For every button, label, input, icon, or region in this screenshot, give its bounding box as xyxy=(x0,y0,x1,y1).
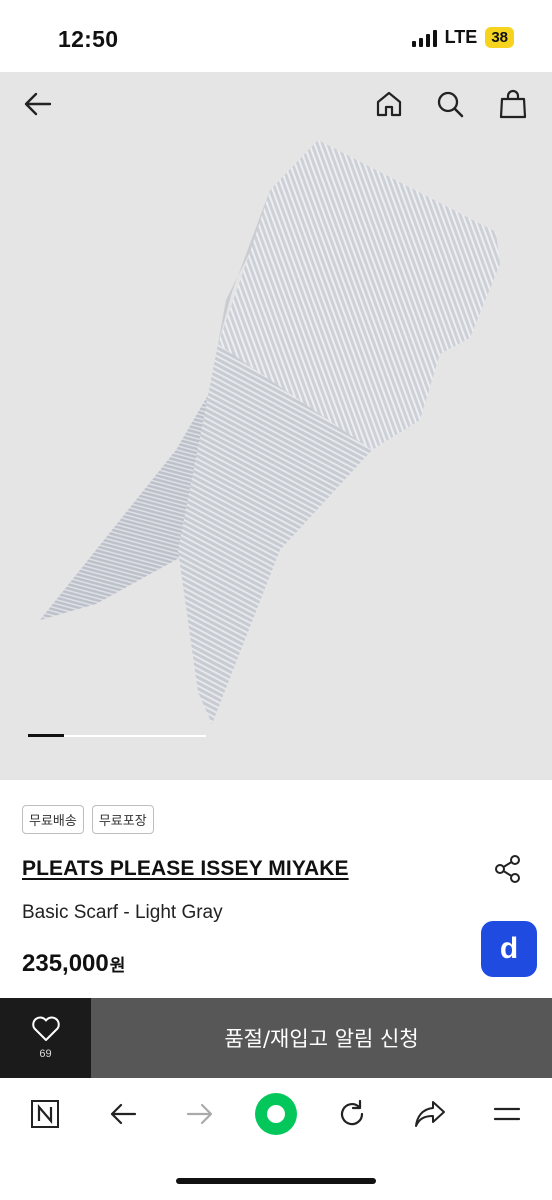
purchase-action-bar: 69 품절/재입고 알림 신청 xyxy=(0,998,552,1078)
share-page-button[interactable] xyxy=(408,1092,452,1136)
top-navigation xyxy=(0,72,552,134)
d-floating-button[interactable]: d xyxy=(481,921,537,977)
home-button[interactable] xyxy=(369,84,409,124)
price-value: 235,000 xyxy=(22,950,109,977)
back-button[interactable] xyxy=(18,84,58,124)
naver-home-button[interactable] xyxy=(23,1092,67,1136)
status-time: 12:50 xyxy=(58,26,119,52)
signal-icon xyxy=(411,29,437,47)
share-icon xyxy=(495,855,520,883)
search-button[interactable] xyxy=(430,84,470,124)
cart-button[interactable] xyxy=(493,84,533,124)
forward-arrow-icon xyxy=(186,1103,213,1125)
wishlist-button[interactable]: 69 xyxy=(0,998,91,1078)
back-arrow-icon xyxy=(24,92,52,116)
heart-icon xyxy=(31,1016,60,1041)
gallery-pager-active xyxy=(28,734,64,737)
status-bar: 12:50 LTE 38 xyxy=(0,0,552,72)
product-image-gallery[interactable] xyxy=(0,72,552,780)
restock-alert-button[interactable]: 품절/재입고 알림 신청 xyxy=(91,998,552,1078)
browser-forward-button[interactable] xyxy=(178,1092,222,1136)
tag-free-wrapping: 무료포장 xyxy=(91,805,154,834)
product-tags: 무료배송 무료포장 xyxy=(22,805,154,834)
back-arrow-icon xyxy=(110,1103,137,1125)
green-dot-icon xyxy=(255,1093,297,1135)
product-image xyxy=(40,140,500,724)
browser-back-button[interactable] xyxy=(101,1092,145,1136)
search-icon xyxy=(437,91,464,118)
home-icon xyxy=(376,91,402,117)
product-price: 235,000 원 xyxy=(22,950,125,978)
home-indicator xyxy=(176,1178,376,1184)
share-arrow-icon xyxy=(415,1101,445,1127)
green-dot-button[interactable] xyxy=(254,1092,298,1136)
hamburger-menu-icon xyxy=(493,1107,521,1121)
naver-n-icon xyxy=(31,1100,59,1128)
refresh-button[interactable] xyxy=(330,1092,374,1136)
product-name: Basic Scarf - Light Gray xyxy=(22,902,223,923)
network-label: LTE xyxy=(444,27,478,47)
refresh-icon xyxy=(340,1099,364,1126)
brand-link[interactable]: PLEATS PLEASE ISSEY MIYAKE xyxy=(22,857,349,881)
battery-badge: 38 xyxy=(485,27,514,48)
price-currency: 원 xyxy=(109,956,126,976)
status-indicators: LTE 38 xyxy=(411,27,514,48)
menu-button[interactable] xyxy=(485,1092,529,1136)
wishlist-count: 69 xyxy=(39,1048,52,1060)
tag-free-shipping: 무료배송 xyxy=(22,805,84,834)
gallery-pager xyxy=(28,734,206,737)
shopping-bag-icon xyxy=(499,89,527,119)
share-button[interactable] xyxy=(492,853,524,885)
